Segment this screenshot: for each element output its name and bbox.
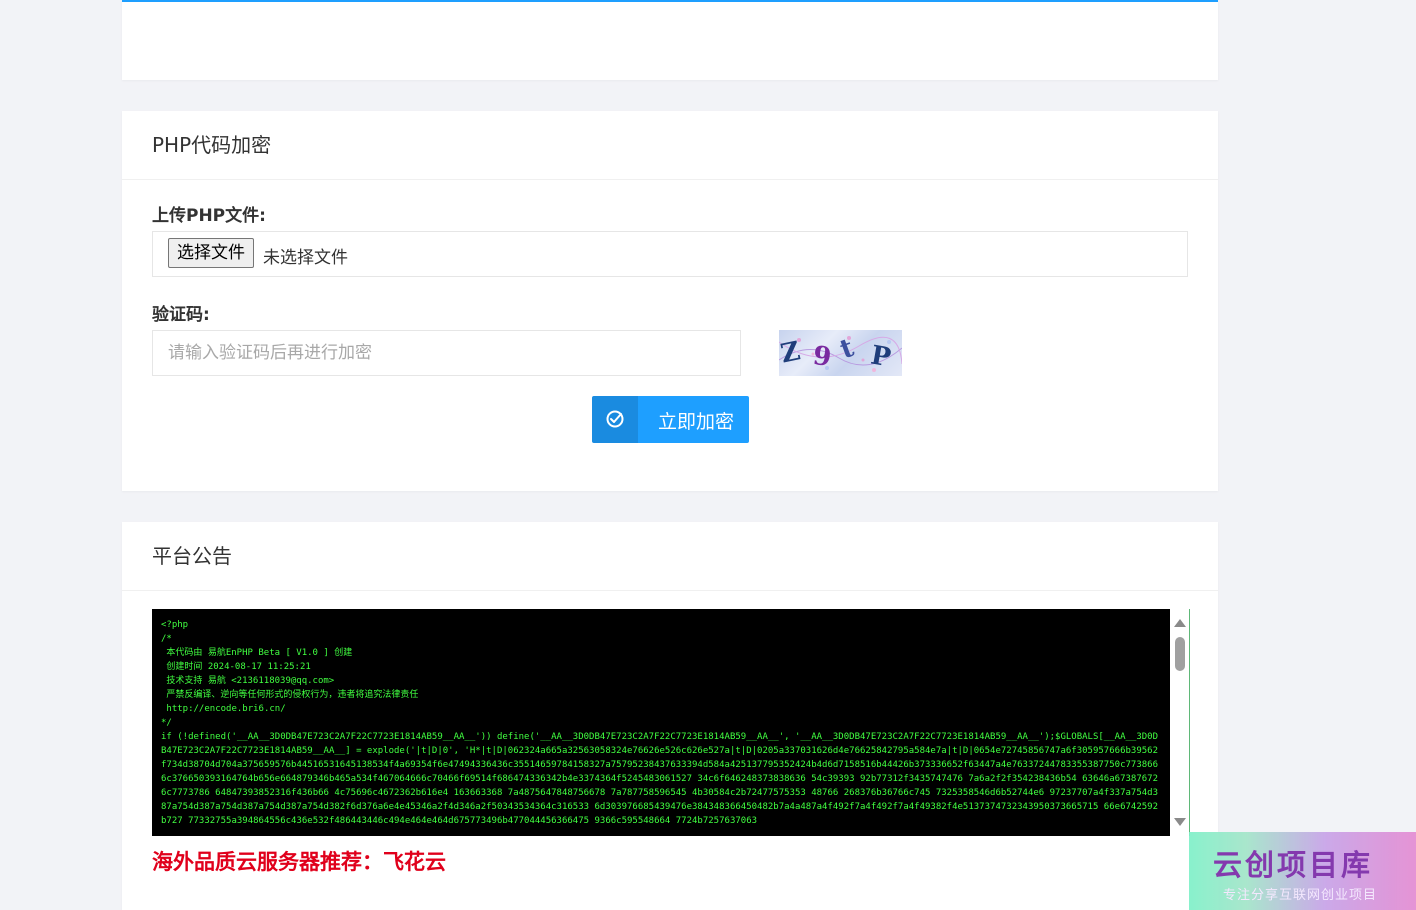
encrypt-button-label: 立即加密	[658, 411, 735, 433]
file-status-text: 未选择文件	[263, 248, 348, 268]
encrypt-card: PHP代码加密 上传PHP文件: 选择文件 未选择文件 验证码: Z 9 t P	[122, 111, 1218, 491]
promo-link[interactable]: 海外品质云服务器推荐：飞花云	[152, 846, 446, 876]
captcha-image[interactable]: Z 9 t P	[779, 330, 902, 376]
choose-file-button[interactable]: 选择文件	[168, 238, 254, 268]
code-textarea[interactable]: <?php /* 本代码由 易航EnPHP Beta [ V1.0 ] 创建 创…	[152, 609, 1190, 836]
scroll-thumb[interactable]	[1175, 637, 1185, 671]
watermark-subtitle: 专注分享互联网创业项目	[1223, 888, 1378, 903]
captcha-input[interactable]	[152, 330, 741, 376]
upload-label: 上传PHP文件:	[152, 206, 266, 226]
watermark-title: 云创项目库	[1213, 848, 1374, 882]
check-circle-icon	[592, 396, 638, 443]
scroll-down-icon[interactable]	[1174, 818, 1186, 826]
watermark-logo: 云创项目库 专注分享互联网创业项目	[1189, 832, 1416, 910]
notice-card-title: 平台公告	[122, 522, 1218, 591]
captcha-label: 验证码:	[152, 305, 210, 325]
notice-card: 平台公告 <?php /* 本代码由 易航EnPHP Beta [ V1.0 ]…	[122, 522, 1218, 910]
encrypted-code: <?php /* 本代码由 易航EnPHP Beta [ V1.0 ] 创建 创…	[161, 620, 1158, 826]
top-card	[122, 0, 1218, 80]
code-scrollbar[interactable]	[1170, 609, 1189, 836]
scroll-up-icon[interactable]	[1174, 619, 1186, 627]
encrypt-card-title: PHP代码加密	[122, 111, 1218, 180]
encrypt-now-button[interactable]: 立即加密	[592, 396, 749, 443]
file-upload-field[interactable]: 选择文件 未选择文件	[152, 231, 1188, 277]
